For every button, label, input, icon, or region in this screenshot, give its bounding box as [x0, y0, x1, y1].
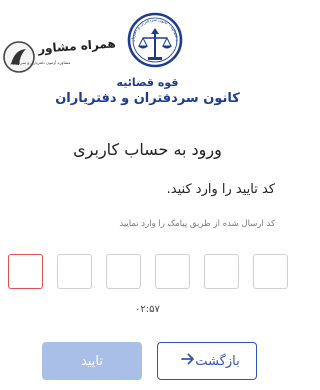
organization-name: قوه قضائیه [116, 76, 179, 89]
otp-digit-input[interactable] [155, 254, 190, 289]
watermark-subtitle: مشاوره آزمون دفتریاری و سردفتری [10, 60, 71, 65]
enter-code-label: کد تایید را وارد کنید. [166, 182, 275, 197]
otp-digit-input[interactable] [57, 254, 92, 289]
arrow-right-icon [181, 353, 195, 369]
organization-subtitle: کانون سردفتران و دفتریاران [55, 91, 240, 106]
watermark-title: همراه مشاور [37, 36, 117, 56]
otp-digit-input[interactable] [253, 254, 288, 289]
confirm-button[interactable]: تایید [42, 342, 142, 380]
sent-code-hint: کد ارسال شده از طریق پیامک را وارد نمایی… [119, 219, 275, 229]
otp-digit-input[interactable] [8, 254, 43, 289]
judiciary-emblem-icon: قوه قضائیه - کانون سردفتران و دفتریاران [124, 6, 183, 68]
watermark-logo-icon [3, 41, 35, 73]
otp-digit-input[interactable] [204, 254, 239, 289]
back-button[interactable]: بازگشت [157, 342, 257, 380]
back-button-label: بازگشت [195, 353, 240, 369]
watermark: همراه مشاور مشاوره آزمون دفتریاری و سردف… [2, 36, 116, 80]
confirm-button-label: تایید [81, 353, 103, 369]
svg-text:قوه قضائیه - کانون سردفتران و: قوه قضائیه - کانون سردفتران و دفتریاران [124, 6, 180, 43]
otp-digit-input[interactable] [106, 254, 141, 289]
countdown-timer: ۰۲:۵۷ [135, 304, 160, 315]
page-title: ورود به حساب کاربری [73, 140, 222, 159]
